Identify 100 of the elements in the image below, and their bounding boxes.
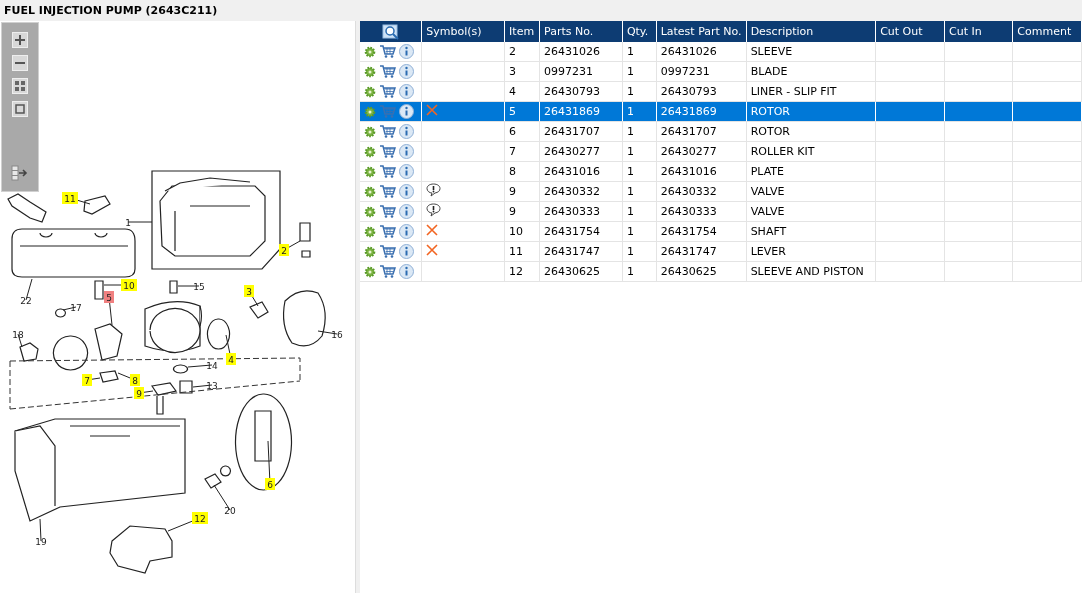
table-cell: LEVER <box>746 241 876 262</box>
callout-label[interactable]: 5 <box>104 291 114 303</box>
table-row[interactable]: 8 26431016 1 26431016 PLATE <box>360 161 1082 182</box>
gear-icon[interactable] <box>364 245 376 258</box>
gear-icon[interactable] <box>364 125 376 138</box>
callout-label[interactable]: 11 <box>62 192 78 204</box>
table-cell: 1 <box>622 121 657 142</box>
table-row[interactable]: 10 26431754 1 26431754 SHAFT <box>360 221 1082 242</box>
table-row[interactable]: 2 26431026 1 26431026 SLEEVE <box>360 42 1082 62</box>
table-cell: 9 <box>504 201 540 222</box>
fit-button[interactable] <box>11 77 29 94</box>
table-cell: 26431754 <box>539 221 623 242</box>
callout-label[interactable]: 4 <box>226 353 236 365</box>
gear-icon[interactable] <box>364 65 376 78</box>
table-cell: 26431026 <box>656 42 747 62</box>
gear-icon[interactable] <box>364 225 376 238</box>
table-cell: 1 <box>622 201 657 222</box>
cart-icon[interactable] <box>379 124 396 139</box>
table-cell: ROLLER KIT <box>746 141 876 162</box>
cart-icon[interactable] <box>379 184 396 199</box>
gear-icon[interactable] <box>364 205 376 218</box>
cart-icon[interactable] <box>379 44 396 59</box>
callout-label[interactable]: 15 <box>193 281 205 292</box>
callout-label[interactable]: 14 <box>206 360 218 371</box>
table-cell: VALVE <box>746 201 876 222</box>
gear-icon[interactable] <box>364 185 376 198</box>
gear-icon[interactable] <box>364 85 376 98</box>
zoom-in-button[interactable] <box>11 31 29 48</box>
gear-icon[interactable] <box>364 145 376 158</box>
gear-icon[interactable] <box>364 45 376 58</box>
column-header[interactable]: Cut In <box>944 21 1013 42</box>
zoom-out-button[interactable] <box>11 54 29 71</box>
info-icon[interactable] <box>399 224 414 239</box>
column-header[interactable]: Symbol(s) <box>421 21 505 42</box>
table-row[interactable]: 9 26430332 1 26430332 VALVE <box>360 181 1082 202</box>
callout-label[interactable]: 13 <box>206 380 218 391</box>
gear-icon[interactable] <box>364 105 376 118</box>
callout-label[interactable]: 9 <box>134 387 144 399</box>
cart-icon[interactable] <box>379 244 396 259</box>
column-header[interactable]: Latest Part No. <box>656 21 747 42</box>
column-header[interactable]: Description <box>746 21 876 42</box>
info-icon[interactable] <box>399 164 414 179</box>
search-icon[interactable] <box>381 23 400 40</box>
table-row[interactable]: 3 0997231 1 0997231 BLADE <box>360 61 1082 82</box>
callout-label[interactable]: 17 <box>70 302 82 313</box>
table-row[interactable]: 5 26431869 1 26431869 ROTOR <box>360 101 1082 122</box>
callout-label[interactable]: 19 <box>35 536 47 547</box>
callout-label[interactable]: 12 <box>192 512 208 524</box>
column-header[interactable]: Comment <box>1012 21 1082 42</box>
table-cell: 1 <box>622 141 657 162</box>
table-cell: 26431026 <box>539 42 623 62</box>
info-icon[interactable] <box>399 144 414 159</box>
info-icon[interactable] <box>399 44 414 59</box>
info-icon[interactable] <box>399 124 414 139</box>
cart-icon[interactable] <box>379 264 396 279</box>
callout-label[interactable]: 3 <box>244 285 254 297</box>
table-row[interactable]: 6 26431707 1 26431707 ROTOR <box>360 121 1082 142</box>
cart-icon[interactable] <box>379 84 396 99</box>
callout-label[interactable]: 6 <box>265 478 275 490</box>
table-row[interactable]: 11 26431747 1 26431747 LEVER <box>360 241 1082 262</box>
callout-label[interactable]: 8 <box>130 374 140 386</box>
info-icon[interactable] <box>399 64 414 79</box>
table-row[interactable]: 7 26430277 1 26430277 ROLLER KIT <box>360 141 1082 162</box>
minus-icon <box>12 54 28 71</box>
callout-label[interactable]: 10 <box>121 279 137 291</box>
info-icon[interactable] <box>399 264 414 279</box>
cart-icon[interactable] <box>379 204 396 219</box>
part-drawing <box>249 301 269 319</box>
callout-label[interactable]: 7 <box>82 374 92 386</box>
table-row[interactable]: 4 26430793 1 26430793 LINER - SLIP FIT <box>360 81 1082 102</box>
column-header[interactable]: Parts No. <box>539 21 623 42</box>
column-header[interactable]: Item <box>504 21 540 42</box>
gear-icon[interactable] <box>364 165 376 178</box>
plus-icon <box>12 31 28 48</box>
table-cell: 8 <box>504 161 540 182</box>
callout-label[interactable]: 22 <box>20 295 32 306</box>
part-drawing <box>94 280 104 300</box>
table-cell: 26430793 <box>539 81 623 102</box>
info-icon[interactable] <box>399 244 414 259</box>
callout-label[interactable]: 20 <box>224 505 236 516</box>
callout-label[interactable]: 18 <box>12 329 24 340</box>
info-icon[interactable] <box>399 204 414 219</box>
gear-icon[interactable] <box>364 265 376 278</box>
column-header[interactable]: Cut Out <box>875 21 945 42</box>
info-icon[interactable] <box>399 184 414 199</box>
info-icon[interactable] <box>399 84 414 99</box>
cart-icon[interactable] <box>379 164 396 179</box>
callout-label[interactable]: 16 <box>331 329 343 340</box>
table-row[interactable]: 12 26430625 1 26430625 SLEEVE AND PISTON <box>360 261 1082 282</box>
collapse-button[interactable] <box>11 164 29 181</box>
cart-icon[interactable] <box>379 144 396 159</box>
callout-label[interactable]: 2 <box>279 244 289 256</box>
column-header[interactable]: Qty. <box>622 21 657 42</box>
info-icon[interactable] <box>399 104 414 119</box>
cart-icon[interactable] <box>379 224 396 239</box>
callout-label[interactable]: 1 <box>125 217 131 228</box>
table-cell: 12 <box>504 261 540 282</box>
table-row[interactable]: 9 26430333 1 26430333 VALVE <box>360 201 1082 222</box>
actual-size-button[interactable] <box>11 100 29 117</box>
cart-icon[interactable] <box>379 64 396 79</box>
